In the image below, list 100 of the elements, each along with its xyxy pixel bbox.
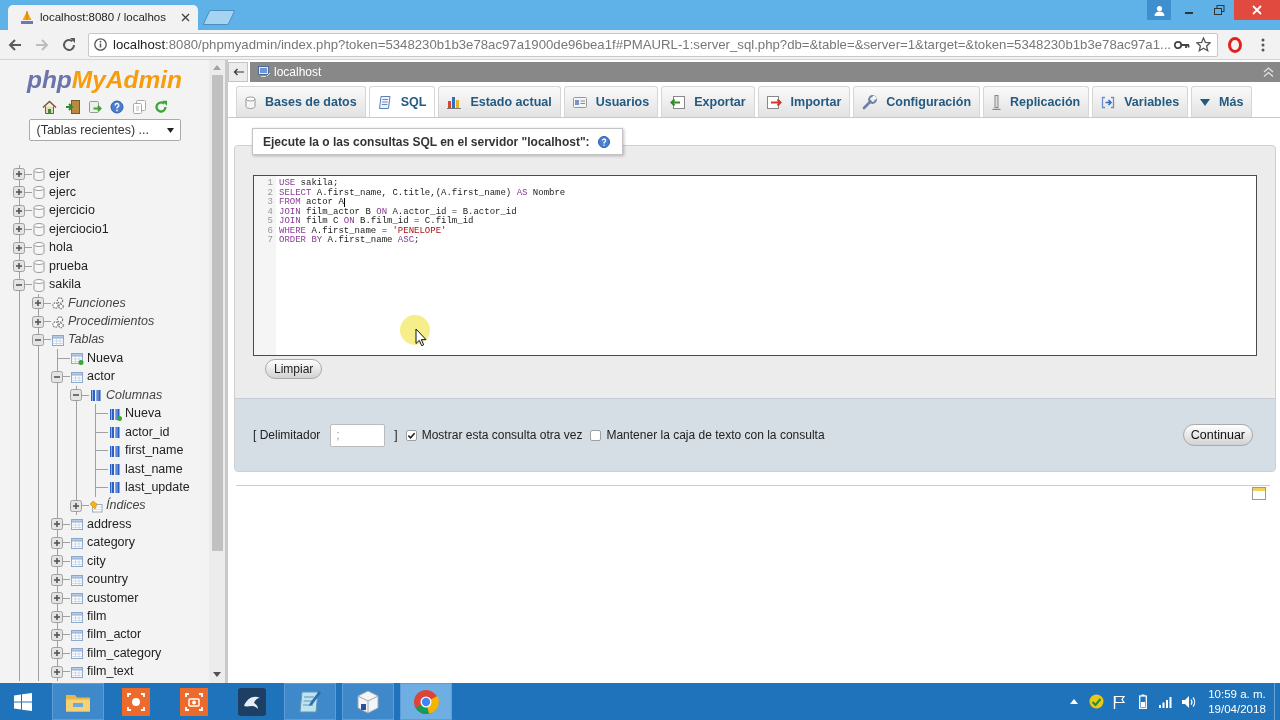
tree-item[interactable]: ejer [49, 166, 70, 182]
reload-icon[interactable] [61, 36, 77, 53]
submit-button[interactable]: Continuar [1182, 424, 1253, 446]
sql-editor[interactable] [253, 175, 1257, 356]
bar-chart-icon [447, 95, 462, 109]
signal-icon[interactable] [1158, 695, 1173, 708]
plus-icon[interactable] [51, 647, 63, 660]
tree-item[interactable]: ejerciocio1 [49, 221, 109, 237]
plus-icon[interactable] [51, 518, 63, 531]
minus-icon[interactable] [13, 278, 25, 291]
plus-icon[interactable] [51, 665, 63, 678]
tree-item[interactable]: Tablas [68, 332, 105, 348]
checkbox[interactable] [405, 429, 417, 441]
restore-icon[interactable] [1213, 5, 1225, 15]
recent-tables-select[interactable]: (Tablas recientes) ... [28, 119, 181, 141]
tab[interactable]: Replicación [983, 86, 1090, 117]
tree-item[interactable]: ejerc [49, 184, 77, 200]
star-icon[interactable] [1196, 37, 1211, 52]
refresh-icon[interactable] [153, 100, 168, 114]
clock[interactable]: 10:59 a. m. 19/04/2018 [1200, 686, 1274, 717]
minus-icon[interactable] [70, 389, 82, 402]
speaker-icon[interactable] [1180, 694, 1197, 709]
plus-icon[interactable] [51, 536, 63, 549]
plus-icon[interactable] [32, 297, 44, 310]
tab[interactable]: Importar [757, 86, 851, 117]
tree-item[interactable]: film [87, 609, 107, 624]
battery-icon[interactable] [1138, 694, 1147, 709]
plus-icon[interactable] [13, 204, 25, 217]
browser-tab[interactable]: localhost:8080 / localhos [8, 5, 198, 30]
back-icon[interactable] [7, 36, 23, 53]
close-icon[interactable] [181, 13, 190, 22]
tree-item[interactable]: film_text [87, 664, 134, 680]
scrollbar-thumb[interactable] [211, 75, 223, 551]
tree-item[interactable]: hola [49, 240, 73, 256]
ring-icon[interactable] [1228, 36, 1242, 53]
minus-icon[interactable] [32, 333, 44, 346]
tab[interactable]: Estado actual [438, 86, 561, 117]
tab[interactable]: Variables [1092, 86, 1189, 117]
tree-item[interactable]: Nueva [87, 350, 124, 366]
tree-item[interactable]: ejercicio [49, 203, 95, 219]
address-bar[interactable]: localhost:8080/phpmyadmin/index.php?token=5348230b1b3e78ac97a1900de96bea1f#PMAURL-1:server_sql.php?db=&table=&server=1&target=&token=5348230b1b3e78ac97a1... [88, 32, 1218, 57]
plus-icon[interactable] [13, 260, 25, 273]
tab[interactable]: Más [1191, 86, 1253, 117]
plus-icon[interactable] [13, 223, 25, 236]
collapse-sidebar-button[interactable] [228, 62, 248, 82]
tree-item[interactable]: actor [87, 369, 115, 385]
tree-item[interactable]: Columnas [106, 387, 163, 403]
plus-icon[interactable] [13, 186, 25, 199]
flag-icon[interactable] [1113, 694, 1126, 709]
tree-item[interactable]: last_name [125, 461, 183, 477]
tree-item[interactable]: customer [87, 590, 139, 606]
tab[interactable]: Usuarios [563, 86, 659, 117]
plus-icon[interactable] [32, 315, 44, 328]
clear-button[interactable]: Limpiar [265, 359, 323, 379]
menu-icon[interactable] [1261, 37, 1265, 52]
tree-item[interactable]: film_actor [87, 627, 142, 643]
check-circle-icon[interactable] [1089, 694, 1104, 709]
plus-icon[interactable] [70, 499, 82, 512]
tab[interactable]: Exportar [661, 86, 755, 117]
tab[interactable]: Configuración [853, 86, 981, 117]
plus-icon[interactable] [13, 168, 25, 180]
tree-item[interactable]: city [87, 553, 106, 569]
checkbox[interactable] [590, 429, 602, 441]
tree-item[interactable]: film_category [87, 645, 162, 661]
help-icon[interactable] [597, 135, 610, 148]
scroll-down-icon[interactable] [213, 672, 221, 677]
help-icon[interactable] [109, 100, 124, 114]
tab[interactable]: SQL [368, 86, 436, 117]
tab[interactable]: Bases de datos [236, 86, 366, 117]
plus-icon[interactable] [51, 592, 63, 605]
tree-item[interactable]: address [87, 516, 132, 532]
minus-icon[interactable] [51, 370, 63, 383]
tree-item[interactable]: prueba [49, 258, 88, 274]
close-button[interactable] [1234, 0, 1280, 20]
plus-icon[interactable] [51, 573, 63, 586]
home-icon[interactable] [41, 100, 57, 114]
checkbox-label[interactable]: Mantener la caja de texto con la consulta [606, 426, 825, 444]
plus-icon[interactable] [51, 555, 63, 568]
double-chevron-icon[interactable] [1263, 67, 1274, 77]
server-link[interactable]: localhost [274, 63, 322, 81]
checkbox-label[interactable]: Mostrar esta consulta otra vez [421, 426, 583, 444]
caret-up-icon[interactable] [1069, 699, 1078, 704]
tree-item[interactable]: country [87, 572, 128, 588]
logo[interactable]: phpMyAdmin [26, 65, 183, 95]
plus-icon[interactable] [51, 628, 63, 641]
tree-item[interactable]: category [87, 535, 135, 551]
key-icon[interactable] [1174, 39, 1190, 50]
tree-item[interactable]: Índices [106, 498, 146, 514]
plus-icon[interactable] [13, 241, 25, 254]
tree-item[interactable]: sakila [49, 277, 81, 293]
tree-item[interactable]: Nueva [125, 406, 162, 422]
exit-icon[interactable] [64, 100, 80, 114]
tree-item[interactable]: Funciones [68, 295, 126, 311]
plus-icon[interactable] [51, 610, 63, 623]
tree-item[interactable]: actor_id [125, 424, 170, 440]
tree-item[interactable]: last_update [125, 479, 190, 495]
account-button[interactable] [1147, 0, 1171, 20]
tree-item[interactable]: first_name [125, 443, 184, 459]
tree-item[interactable]: Procedimientos [68, 314, 155, 329]
note-icon[interactable] [1252, 487, 1266, 500]
